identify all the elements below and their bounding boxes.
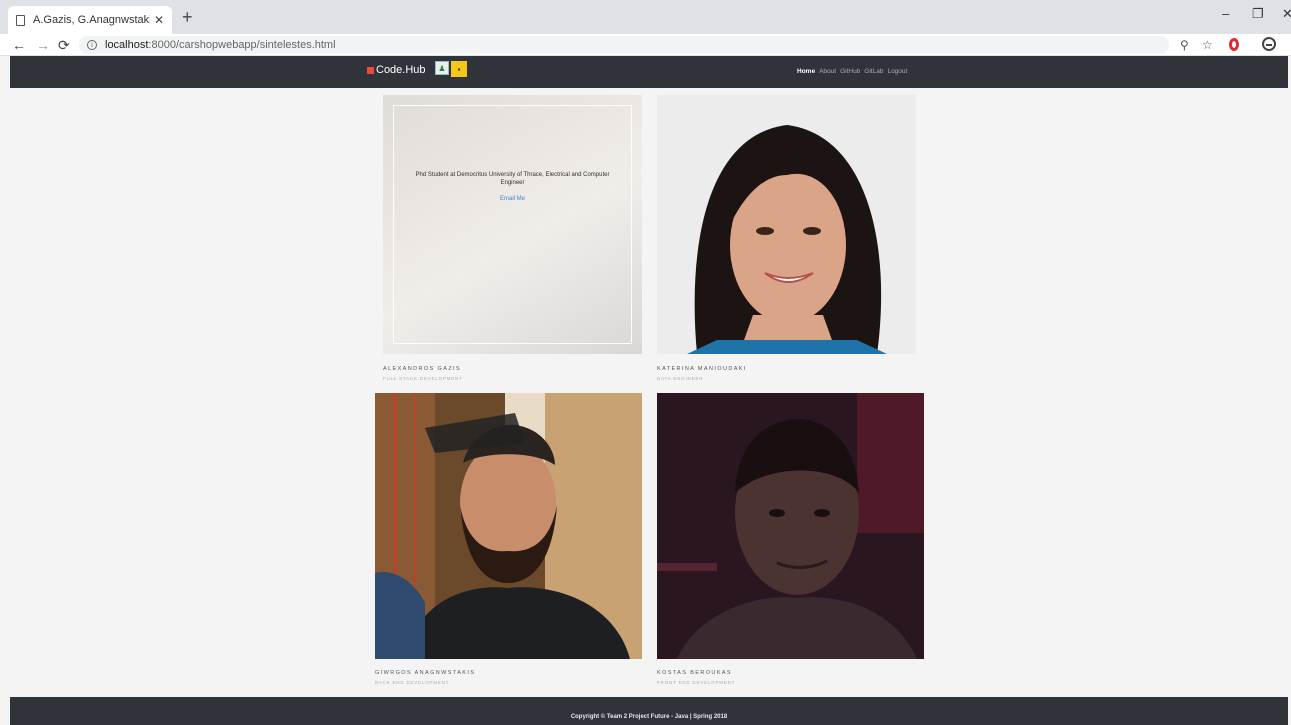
nav-link-about[interactable]: About [819, 68, 836, 75]
tab-title: A.Gazis, G.Anagnwstakis,K.Berouk [33, 14, 150, 26]
member-role: FRONT END DEVELOPMENT [657, 680, 736, 685]
browser-toolbar: ← → ⟳ i localhost :8000/carshopwebapp/si… [0, 34, 1291, 56]
bookmark-star-icon[interactable]: ☆ [1202, 37, 1213, 53]
member-bio: Phd Student at Democritus University of … [415, 172, 610, 186]
forward-icon[interactable]: → [36, 36, 50, 54]
site-footer: Copyright © Team 2 Project Future - Java… [10, 697, 1288, 725]
overlay-frame [393, 105, 632, 344]
member-name: ALEXANDROS GAZIS [383, 366, 462, 372]
member-name: KOSTAS BEROUKAS [657, 670, 732, 676]
opera-icon[interactable] [1229, 38, 1239, 51]
member-photo[interactable] [657, 393, 924, 659]
brand-label: Code.Hub [376, 64, 426, 76]
minimize-icon[interactable]: – [1222, 6, 1229, 21]
reload-icon[interactable]: ⟳ [58, 36, 70, 54]
nav-link-gitlab[interactable]: GitLab [864, 68, 883, 75]
url-path: :8000/carshopwebapp/sintelestes.html [148, 39, 336, 51]
close-window-icon[interactable]: ✕ [1282, 6, 1291, 22]
member-photo[interactable] [375, 393, 642, 659]
site-navbar: Code.Hub ♟ ▪ Home About GitHub GitLab Lo… [10, 56, 1288, 88]
cart-icon: ▪ [451, 61, 467, 77]
nav-link-logout[interactable]: Logout [887, 68, 907, 75]
address-bar[interactable]: i localhost :8000/carshopwebapp/sinteles… [79, 36, 1169, 54]
close-tab-icon[interactable]: ✕ [154, 13, 164, 27]
zoom-icon[interactable]: ⚲ [1180, 37, 1189, 53]
page-icon [16, 14, 25, 26]
portrait-image [657, 95, 916, 354]
nav-links: Home About GitHub GitLab Logout [797, 68, 907, 75]
back-icon[interactable]: ← [12, 36, 26, 54]
member-role: DATA ENGINEER [657, 376, 704, 381]
member-role: BACK END DEVELOPMENT [375, 680, 450, 685]
member-name: GIWRGOS ANAGNWSTAKIS [375, 670, 476, 676]
new-tab-icon[interactable]: + [182, 8, 193, 26]
member-name: KATERINA MANIOUDAKI [657, 366, 747, 372]
copyright-text: Copyright © Team 2 Project Future - Java… [570, 714, 728, 720]
person-icon: ♟ [435, 61, 449, 75]
browser-tabstrip: A.Gazis, G.Anagnwstakis,K.Berouk ✕ + – ❐… [0, 0, 1291, 34]
nav-link-home[interactable]: Home [797, 68, 815, 75]
nav-link-github[interactable]: GitHub [840, 68, 860, 75]
restore-icon[interactable]: ❐ [1252, 6, 1264, 22]
member-photo[interactable]: Phd Student at Democritus University of … [383, 95, 642, 354]
brand-logo-icon [367, 66, 374, 74]
browser-tab[interactable]: A.Gazis, G.Anagnwstakis,K.Berouk ✕ [8, 6, 172, 34]
url-host: localhost [105, 39, 149, 51]
photo-overlay: Phd Student at Democritus University of … [383, 95, 642, 354]
email-link[interactable]: Email Me [383, 196, 642, 202]
portrait-image [657, 393, 924, 659]
info-icon[interactable]: i [87, 40, 97, 50]
brand[interactable]: Code.Hub [367, 64, 426, 76]
portrait-image [375, 393, 642, 659]
profile-icon[interactable] [1262, 37, 1276, 51]
member-role: FULL STACK DEVELOPMENT [383, 376, 463, 381]
member-photo[interactable] [657, 95, 916, 354]
brand-badges: ♟ ▪ [435, 61, 467, 77]
